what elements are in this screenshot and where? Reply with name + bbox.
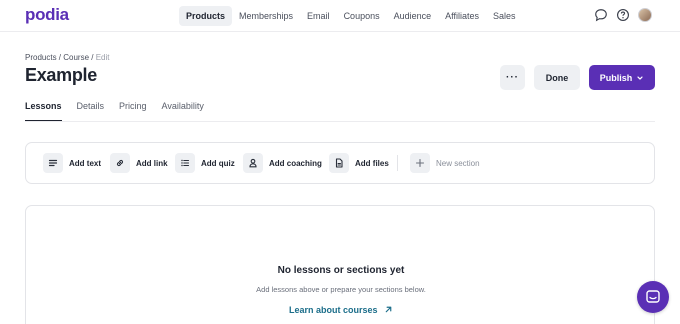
nav-sales[interactable]: Sales <box>486 6 523 26</box>
empty-state-subtitle: Add lessons above or prepare your sectio… <box>256 285 426 294</box>
nav-coupons[interactable]: Coupons <box>337 6 387 26</box>
done-button[interactable]: Done <box>534 65 580 90</box>
avatar[interactable] <box>638 8 652 22</box>
learn-about-courses-link[interactable]: Learn about courses <box>26 305 656 315</box>
breadcrumb-course[interactable]: Course <box>63 53 89 62</box>
breadcrumb-current: Edit <box>95 53 110 62</box>
person-icon <box>243 153 263 173</box>
add-text-label: Add text <box>69 158 101 168</box>
nav-audience[interactable]: Audience <box>387 6 439 26</box>
breadcrumb-separator: / <box>89 53 96 62</box>
lessons-empty-state: No lessons or sections yet Add lessons a… <box>25 205 655 324</box>
add-files-button[interactable]: Add files <box>329 153 389 173</box>
add-quiz-label: Add quiz <box>201 158 235 168</box>
tab-availability[interactable]: Availability <box>162 99 204 121</box>
breadcrumb-products[interactable]: Products <box>25 53 57 62</box>
list-icon <box>175 153 195 173</box>
empty-state-title: No lessons or sections yet <box>277 265 405 276</box>
tab-details[interactable]: Details <box>77 99 105 121</box>
add-quiz-button[interactable]: Add quiz <box>175 153 235 173</box>
chat-widget-button[interactable] <box>637 281 669 313</box>
link-icon <box>110 153 130 173</box>
tab-pricing[interactable]: Pricing <box>119 99 147 121</box>
new-section-button[interactable]: New section <box>410 153 480 173</box>
tabs-divider <box>25 121 655 122</box>
course-tabs: Lessons Details Pricing Availability <box>25 99 204 121</box>
add-content-toolbar: Add text Add link Add quiz Add coaching … <box>25 142 655 184</box>
toolbar-divider <box>397 155 398 171</box>
nav-affiliates[interactable]: Affiliates <box>438 6 486 26</box>
chat-icon <box>646 290 660 303</box>
new-section-label: New section <box>436 158 480 168</box>
nav-email[interactable]: Email <box>300 6 337 26</box>
add-text-button[interactable]: Add text <box>43 153 101 173</box>
add-link-label: Add link <box>136 158 168 168</box>
text-lines-icon <box>43 153 63 173</box>
top-nav: podia Products Memberships Email Coupons… <box>0 0 680 32</box>
page-title: Example <box>25 65 97 85</box>
add-coaching-button[interactable]: Add coaching <box>243 153 322 173</box>
arrow-up-right-icon <box>385 306 392 313</box>
add-coaching-label: Add coaching <box>269 158 322 168</box>
add-files-label: Add files <box>355 158 389 168</box>
nav-memberships[interactable]: Memberships <box>232 6 300 26</box>
file-icon <box>329 153 349 173</box>
help-icon[interactable] <box>616 8 630 22</box>
nav-icons <box>594 8 652 22</box>
chat-bubble-icon[interactable] <box>594 8 608 22</box>
podia-logo[interactable]: podia <box>25 5 69 25</box>
publish-label: Publish <box>599 72 633 83</box>
publish-button[interactable]: Publish <box>589 65 655 90</box>
tab-lessons[interactable]: Lessons <box>25 99 62 121</box>
breadcrumb: Products / Course / Edit <box>25 53 110 62</box>
add-link-button[interactable]: Add link <box>110 153 168 173</box>
chevron-down-icon <box>637 75 643 80</box>
plus-icon <box>410 153 430 173</box>
main-nav: Products Memberships Email Coupons Audie… <box>179 6 523 26</box>
nav-products[interactable]: Products <box>179 6 233 26</box>
learn-link-label: Learn about courses <box>288 305 378 315</box>
more-options-button[interactable]: ··· <box>500 65 525 90</box>
